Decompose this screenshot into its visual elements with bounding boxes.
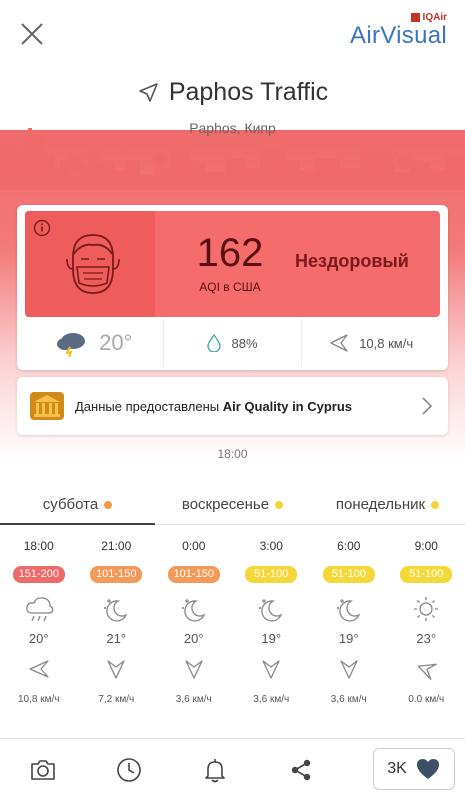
forecast-column: 21:00 101-150 21° 7,2 км/ч xyxy=(78,536,156,705)
chevron-right-icon[interactable] xyxy=(420,396,434,416)
like-count: 3K xyxy=(387,760,407,777)
wind-speed: 10,8 км/ч xyxy=(359,335,414,351)
aqi-range-badge: 51-100 xyxy=(400,566,453,583)
aqi-range-badge: 151-200 xyxy=(12,566,65,583)
swiss-flag-icon xyxy=(410,13,420,22)
wind-direction-icon xyxy=(262,660,280,679)
share-icon xyxy=(291,759,311,780)
aqi-dot xyxy=(275,500,284,509)
camera-icon xyxy=(31,759,55,780)
humidity-stat: 88% xyxy=(164,319,303,367)
face-panel xyxy=(25,211,155,317)
location-subtitle: Paphos, Кипр xyxy=(189,120,276,136)
aqi-range-badge: 51-100 xyxy=(322,566,375,583)
forecast-wind: 3,6 км/ч xyxy=(175,694,212,705)
tab-label: воскресенье xyxy=(181,496,270,513)
forecast-time: 9:00 xyxy=(414,539,438,553)
forecast-temp: 20° xyxy=(183,631,204,646)
forecast-wind: 10,8 км/ч xyxy=(18,694,60,705)
provider-text: Данные предоставлены Air Quality in Cypr… xyxy=(75,399,420,414)
aqi-dot xyxy=(431,500,440,509)
forecast-temp: 19° xyxy=(261,631,282,646)
provider-name: Air Quality in Cyprus xyxy=(222,398,353,414)
forecast-temp: 23° xyxy=(416,631,437,646)
history-button[interactable] xyxy=(86,756,172,784)
weather-stats: 20° 88% 10,8 км/ч xyxy=(25,319,440,367)
forecast-column: 3:00 51-100 19° 3,6 км/ч xyxy=(233,536,311,705)
aqi-value: 162 xyxy=(196,231,264,275)
forecast-temp: 19° xyxy=(338,631,359,646)
aqi-range-badge: 101-150 xyxy=(167,566,220,583)
forecast-temp: 21° xyxy=(106,631,127,646)
info-icon[interactable] xyxy=(33,219,51,237)
tab-label: понедельник xyxy=(335,496,426,513)
wind-direction-icon xyxy=(340,660,358,679)
data-provider-card[interactable]: Данные предоставлены Air Quality in Cypr… xyxy=(17,377,448,435)
tab-label: суббота xyxy=(42,496,99,513)
last-updated-time: 18:00 xyxy=(217,447,248,461)
heart-icon xyxy=(416,759,439,779)
aqi-status-label: Нездоровый xyxy=(295,251,409,271)
forecast-time: 21:00 xyxy=(101,539,132,553)
tab-saturday[interactable]: суббота xyxy=(0,485,155,525)
sun-icon xyxy=(414,597,439,621)
moon-stars-icon xyxy=(259,599,283,622)
forecast-temp: 20° xyxy=(28,631,49,646)
alerts-button[interactable] xyxy=(172,756,258,784)
government-building-icon xyxy=(30,392,64,420)
airvisual-logo: IQAir AirVisual xyxy=(350,12,447,49)
forecast-column: 18:00 151-200 20° 10,8 км/ч xyxy=(0,536,78,705)
forecast-time: 0:00 xyxy=(182,539,206,553)
clock-icon xyxy=(117,757,141,782)
forecast-wind: 3,6 км/ч xyxy=(253,694,290,705)
forecast-time: 3:00 xyxy=(259,539,283,553)
camera-button[interactable] xyxy=(0,756,86,784)
forecast-wind: 0.0 км/ч xyxy=(408,694,445,705)
aqi-dot xyxy=(104,500,113,509)
current-temperature: 20° xyxy=(99,330,133,355)
hourly-forecast: 18:00 151-200 20° 10,8 км/ч 21:00 101-15… xyxy=(0,536,465,705)
wind-direction-icon xyxy=(418,663,438,680)
location-title: Paphos Traffic xyxy=(168,78,329,106)
location-arrow-icon xyxy=(139,82,158,102)
wind-direction-icon xyxy=(29,660,49,678)
forecast-column: 9:00 51-100 23° 0.0 км/ч xyxy=(388,536,465,705)
forecast-time: 6:00 xyxy=(337,539,361,553)
forecast-wind: 7,2 км/ч xyxy=(98,694,135,705)
wind-direction-icon xyxy=(185,660,203,679)
wind-direction-icon xyxy=(107,660,125,679)
aqi-range-badge: 51-100 xyxy=(245,566,298,583)
forecast-column: 6:00 51-100 19° 3,6 км/ч xyxy=(310,536,388,705)
forecast-column: 0:00 101-150 20° 3,6 км/ч xyxy=(155,536,233,705)
humidity-value: 88% xyxy=(231,335,258,351)
share-button[interactable] xyxy=(258,756,344,784)
moon-stars-icon xyxy=(104,599,128,622)
moon-stars-icon xyxy=(336,599,361,622)
like-button[interactable]: 3K xyxy=(373,748,455,790)
face-mask-icon xyxy=(66,234,120,294)
forecast-time: 18:00 xyxy=(23,539,54,553)
forecast-day-tabs: суббота воскресенье понедельник xyxy=(0,485,465,525)
moon-stars-icon xyxy=(181,599,206,622)
tab-sunday[interactable]: воскресенье xyxy=(155,485,310,524)
tab-monday[interactable]: понедельник xyxy=(310,485,465,524)
aqi-range-badge: 101-150 xyxy=(90,566,143,583)
bell-icon xyxy=(205,758,225,782)
wind-direction-icon xyxy=(330,334,348,352)
wind-stat: 10,8 км/ч xyxy=(302,319,440,367)
cloud-thunder-icon xyxy=(57,333,86,357)
aqi-unit-label: AQI в США xyxy=(199,280,261,294)
provider-prefix: Данные предоставлены xyxy=(75,398,223,414)
close-icon[interactable] xyxy=(18,20,46,48)
temperature-stat: 20° xyxy=(25,319,164,367)
aqi-status-band: 162 AQI в США Нездоровый xyxy=(25,211,440,317)
brand-name: AirVisual xyxy=(350,22,447,49)
aqi-card[interactable]: 162 AQI в США Нездоровый 20° 88% 10,8 км… xyxy=(17,205,448,370)
cloud-rain-icon xyxy=(25,597,54,622)
forecast-wind: 3,6 км/ч xyxy=(330,694,367,705)
humidity-drop-icon xyxy=(207,334,222,352)
